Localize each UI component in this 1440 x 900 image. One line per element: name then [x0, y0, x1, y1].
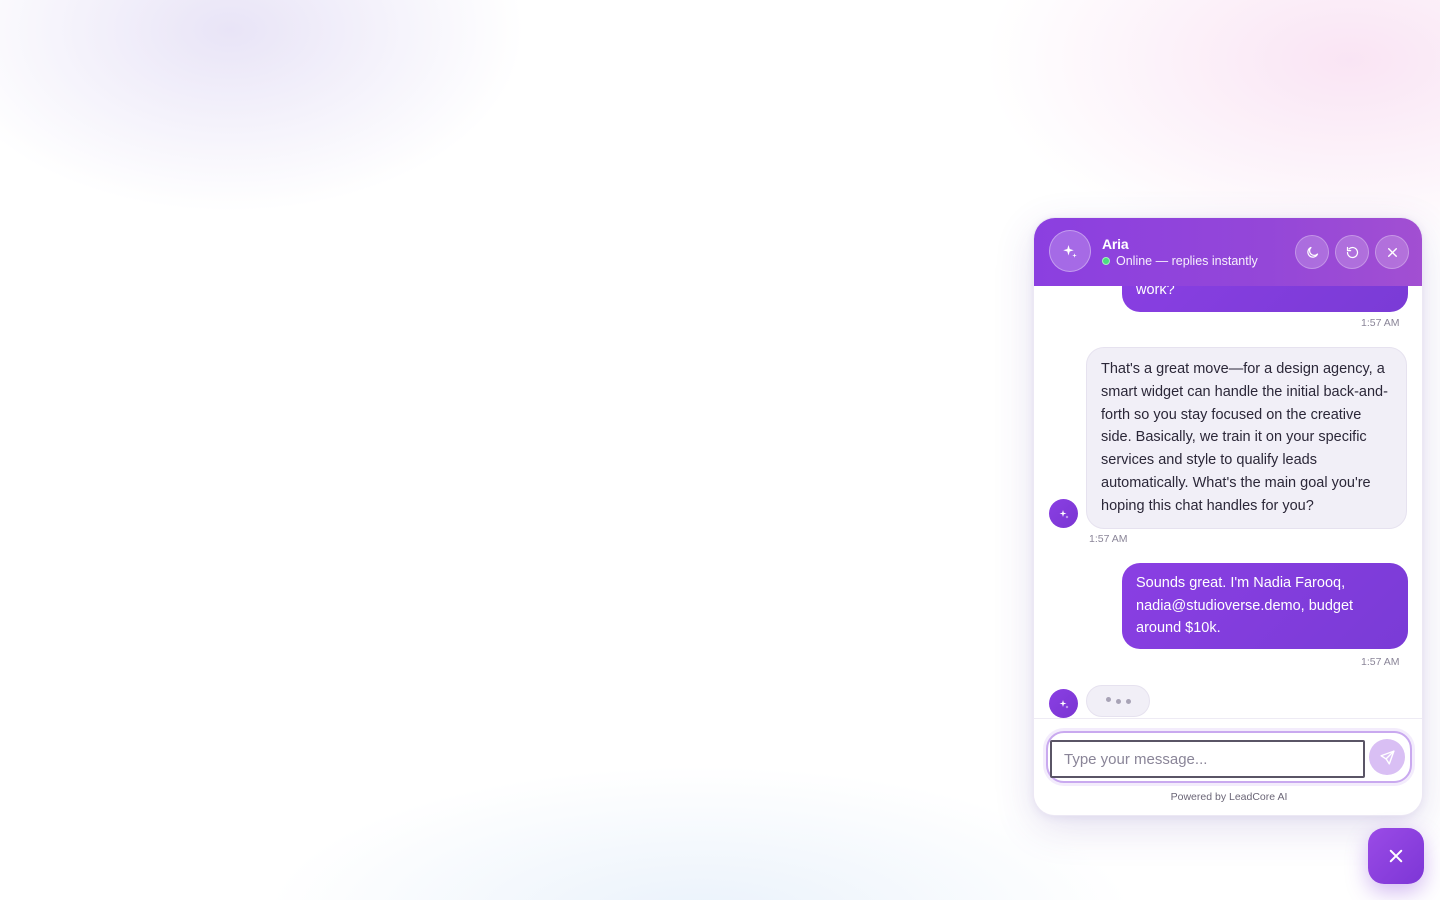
close-icon — [1389, 849, 1403, 863]
reset-chat-button[interactable] — [1335, 235, 1369, 269]
user-message-bubble: work? — [1122, 286, 1408, 312]
powered-by-text: Powered by LeadCore AI — [1170, 791, 1288, 803]
message-text: Sounds great. I'm Nadia Farooq, nadia@st… — [1136, 575, 1354, 636]
user-message-bubble: Sounds great. I'm Nadia Farooq, nadia@st… — [1122, 563, 1408, 649]
sparkle-icon — [1059, 699, 1068, 708]
chat-launcher-close-button[interactable] — [1368, 828, 1424, 884]
close-icon — [1387, 247, 1397, 257]
bot-avatar — [1049, 689, 1078, 718]
message-timestamp: 1:57 AM — [1089, 533, 1128, 545]
sparkle-icon — [1063, 245, 1077, 258]
typing-dot — [1125, 698, 1131, 704]
close-chat-button[interactable] — [1375, 235, 1409, 269]
message-input[interactable] — [1050, 740, 1365, 778]
message-text: That's a great move—for a design agency,… — [1101, 361, 1388, 514]
message-text: work? — [1136, 286, 1175, 298]
refresh-icon — [1346, 246, 1358, 258]
online-status-dot — [1102, 257, 1110, 265]
typing-indicator — [1086, 685, 1150, 717]
bot-message-bubble: That's a great move—for a design agency,… — [1086, 347, 1407, 529]
message-list[interactable]: work? 1:57 AM That's a great move—for a … — [1034, 286, 1422, 718]
typing-dot — [1105, 696, 1111, 702]
typing-dot — [1115, 698, 1121, 704]
message-timestamp: 1:57 AM — [1361, 656, 1400, 668]
send-icon — [1379, 749, 1395, 765]
status-text: Online — replies instantly — [1116, 254, 1258, 268]
message-composer: Powered by LeadCore AI — [1034, 718, 1422, 815]
chat-header: Aria Online — replies instantly — [1034, 218, 1422, 286]
agent-avatar — [1049, 230, 1091, 272]
message-timestamp: 1:57 AM — [1361, 317, 1400, 329]
theme-toggle-button[interactable] — [1295, 235, 1329, 269]
bot-avatar — [1049, 499, 1078, 528]
moon-icon — [1306, 246, 1318, 258]
send-button[interactable] — [1369, 739, 1405, 775]
agent-name: Aria — [1102, 236, 1129, 252]
sparkle-icon — [1059, 509, 1068, 518]
agent-status: Online — replies instantly — [1102, 254, 1258, 268]
chat-widget: Aria Online — replies instantly work? 1:… — [1033, 217, 1423, 816]
